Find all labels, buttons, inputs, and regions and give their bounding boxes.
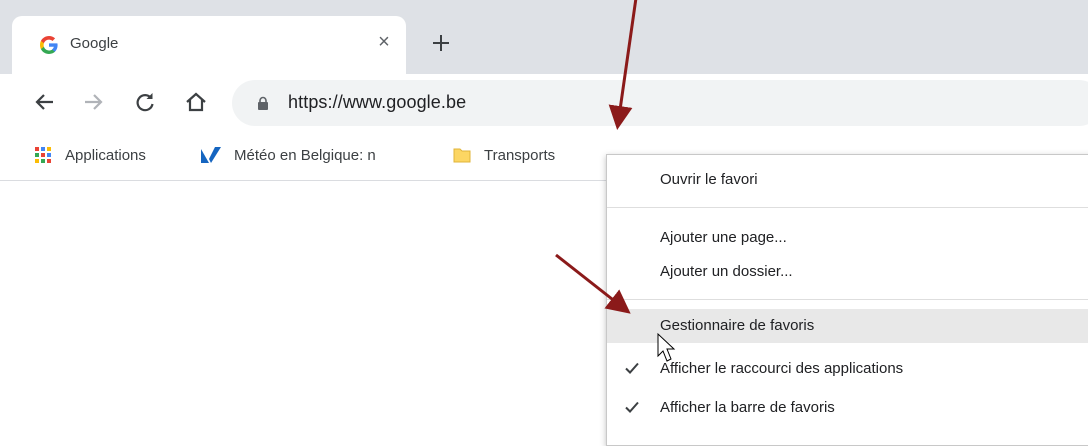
lock-icon (258, 96, 268, 110)
menu-item-afficher-barre-favoris[interactable]: Afficher la barre de favoris (607, 391, 1088, 425)
bookmark-meteo[interactable]: Météo en Belgique: n (200, 144, 430, 166)
meteo-logo-icon (201, 147, 221, 163)
menu-item-ajouter-page[interactable]: Ajouter une page... (607, 221, 1088, 255)
menu-item-ouvrir-favori[interactable]: Ouvrir le favori (607, 163, 1088, 197)
bookmark-applications[interactable]: Applications (33, 144, 146, 166)
bookmark-label: Météo en Belgique: n (234, 146, 376, 164)
menu-separator (607, 299, 1088, 300)
bookmark-folder-transports[interactable]: Transports (452, 144, 555, 166)
menu-item-ajouter-dossier[interactable]: Ajouter un dossier... (607, 255, 1088, 289)
tab-strip: Google × (0, 0, 1088, 74)
reload-icon[interactable] (130, 87, 160, 117)
menu-item-gestionnaire-favoris[interactable]: Gestionnaire de favoris (607, 309, 1088, 343)
checkmark-icon (625, 401, 639, 413)
menu-item-afficher-raccourci-applications[interactable]: Afficher le raccourci des applications (607, 352, 1088, 386)
address-bar[interactable]: https://www.google.be (232, 80, 1088, 126)
checkmark-icon (625, 362, 639, 374)
tab-title: Google (70, 35, 119, 52)
forward-arrow-icon[interactable] (78, 87, 108, 117)
tab-close-icon[interactable]: × (372, 30, 396, 54)
bookmark-context-menu: Ouvrir le favori Ajouter une page... Ajo… (606, 154, 1088, 446)
bookmark-label: Transports (484, 146, 556, 164)
bookmark-label: Applications (65, 146, 146, 164)
google-g-icon (40, 36, 58, 54)
new-tab-plus-icon[interactable] (428, 30, 454, 56)
home-icon[interactable] (181, 87, 211, 117)
folder-icon (453, 148, 471, 163)
url-text[interactable]: https://www.google.be (288, 92, 466, 113)
tab-google[interactable]: Google × (12, 16, 406, 74)
apps-grid-icon (35, 147, 51, 163)
back-arrow-icon[interactable] (30, 87, 60, 117)
toolbar: https://www.google.be (0, 74, 1088, 132)
menu-separator (607, 207, 1088, 208)
